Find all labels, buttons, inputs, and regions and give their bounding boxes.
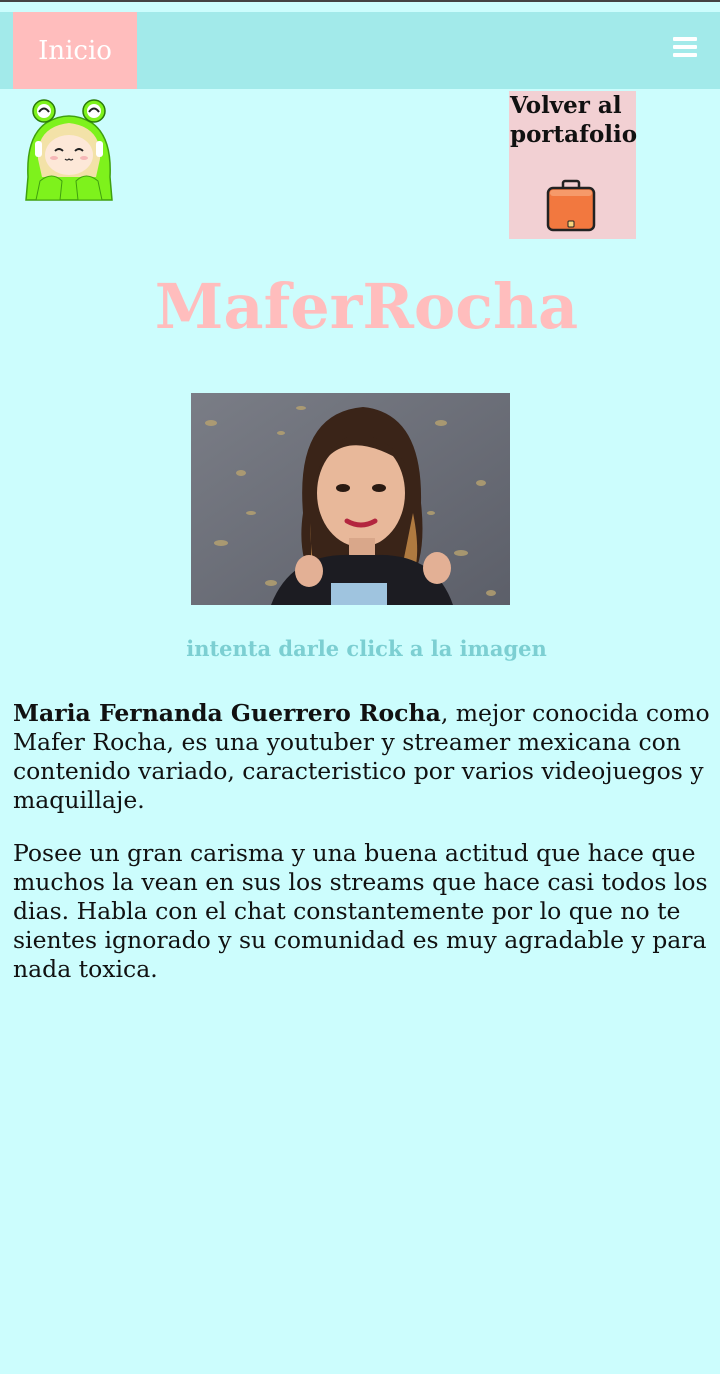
- photo-hint: intenta darle click a la imagen: [186, 636, 547, 661]
- page-title: MaferRocha: [154, 270, 579, 343]
- portfolio-label: Volver al portafolio: [510, 92, 638, 148]
- bio-section: Maria Fernanda Guerrero Rocha, mejor con…: [13, 699, 720, 1008]
- bio-paragraph-2: Posee un gran carisma y una buena actitu…: [13, 839, 708, 983]
- back-to-portfolio-button[interactable]: Volver al portafolio: [509, 91, 637, 239]
- frog-avatar-icon: [22, 97, 116, 203]
- briefcase-icon: [545, 179, 597, 235]
- profile-photo[interactable]: [191, 393, 510, 605]
- hamburger-menu-icon[interactable]: [673, 37, 697, 58]
- home-button[interactable]: Inicio: [13, 12, 137, 89]
- bio-paragraph-1: Maria Fernanda Guerrero Rocha, mejor con…: [13, 699, 720, 815]
- top-border: [0, 0, 720, 2]
- bio-name: Maria Fernanda Guerrero Rocha: [13, 699, 441, 727]
